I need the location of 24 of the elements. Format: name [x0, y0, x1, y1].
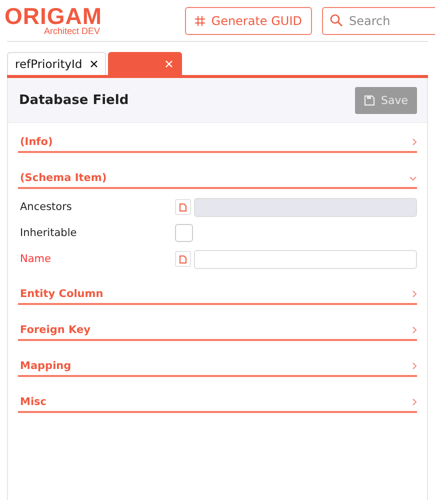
- logo-subtitle: Architect DEV: [44, 27, 100, 36]
- generate-guid-button[interactable]: Generate GUID: [185, 6, 312, 34]
- property-label: Ancestors: [20, 201, 73, 213]
- editor-title: Database Field: [19, 92, 129, 108]
- text-field[interactable]: [194, 250, 417, 268]
- chevron-right-icon: [412, 362, 417, 370]
- tab[interactable]: refPriorityId: [7, 52, 106, 75]
- chevron-right-icon: [412, 138, 417, 146]
- copy-button[interactable]: [175, 199, 191, 215]
- search-field[interactable]: Search: [322, 6, 435, 34]
- close-icon[interactable]: [90, 60, 98, 68]
- search-icon: [330, 14, 343, 26]
- chevron-right-icon: [412, 398, 417, 406]
- hash-icon: [195, 16, 206, 26]
- chevron-down-icon: [409, 176, 417, 180]
- copy-button[interactable]: [175, 251, 191, 267]
- document-icon: [179, 254, 187, 264]
- chevron-right-icon: [412, 326, 417, 334]
- property-label: Inheritable: [20, 227, 78, 239]
- checkbox[interactable]: [175, 224, 193, 242]
- property-label: Name: [20, 253, 52, 265]
- document-icon: [179, 202, 187, 212]
- logo: ORIGAM: [4, 5, 102, 27]
- chevron-right-icon: [412, 290, 417, 298]
